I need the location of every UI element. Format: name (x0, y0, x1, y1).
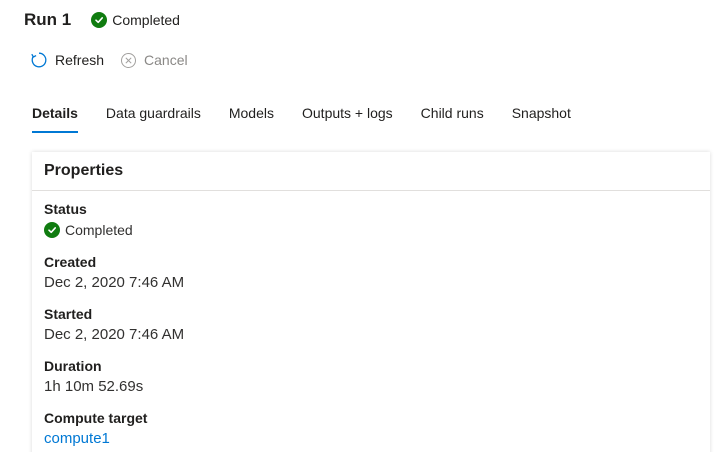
started-property: Started Dec 2, 2020 7:46 AM (44, 305, 184, 345)
run-header: Run 1 Completed (24, 8, 180, 32)
created-value: Dec 2, 2020 7:46 AM (44, 274, 185, 291)
cancel-icon (121, 52, 137, 68)
run-status-text: Completed (112, 12, 180, 28)
cancel-label: Cancel (144, 52, 188, 68)
compute-target-link[interactable]: compute1 (44, 429, 147, 449)
tab-child-runs[interactable]: Child runs (421, 103, 484, 136)
duration-property: Duration 1h 10m 52.69s (44, 357, 143, 397)
run-status: Completed (91, 12, 180, 28)
status-label: Status (44, 201, 87, 217)
properties-title: Properties (32, 152, 710, 191)
status-value-text: Completed (65, 222, 133, 238)
checkmark-icon (44, 222, 60, 238)
refresh-button[interactable]: Refresh (30, 51, 104, 69)
status-value: Completed (44, 220, 133, 240)
run-title: Run 1 (24, 10, 72, 29)
tab-details[interactable]: Details (32, 103, 78, 136)
toolbar: Refresh Cancel (30, 49, 188, 71)
started-value: Dec 2, 2020 7:46 AM (44, 326, 185, 343)
compute-target-label: Compute target (44, 410, 148, 426)
tab-snapshot[interactable]: Snapshot (512, 103, 571, 136)
refresh-icon (31, 52, 47, 68)
tab-data-guardrails[interactable]: Data guardrails (106, 103, 201, 136)
tab-bar: Details Data guardrails Models Outputs +… (32, 103, 599, 136)
created-property: Created Dec 2, 2020 7:46 AM (44, 253, 184, 293)
duration-label: Duration (44, 358, 102, 374)
checkmark-icon (91, 12, 108, 28)
created-label: Created (44, 254, 97, 270)
compute-target-property: Compute target compute1 (44, 409, 147, 449)
refresh-label: Refresh (55, 52, 105, 68)
started-label: Started (44, 306, 93, 322)
run-details-page: Run 1 Completed Refresh Cancel Details D… (0, 0, 722, 452)
tab-models[interactable]: Models (229, 103, 274, 136)
properties-card: Properties Status Completed Created Dec … (32, 152, 710, 452)
duration-value: 1h 10m 52.69s (44, 378, 144, 395)
tab-outputs-logs[interactable]: Outputs + logs (302, 103, 393, 136)
cancel-button[interactable]: Cancel (120, 52, 188, 69)
status-property: Status Completed (44, 200, 133, 240)
